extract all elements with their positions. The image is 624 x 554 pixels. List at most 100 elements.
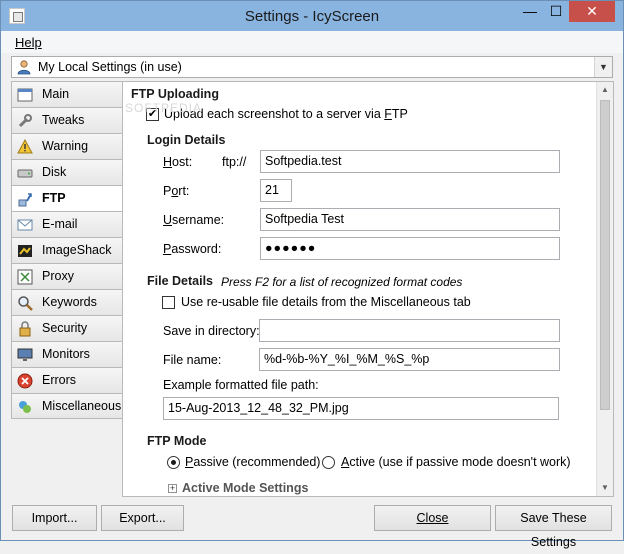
export-button[interactable]: Export...	[101, 505, 184, 531]
password-input[interactable]: ●●●●●●	[260, 237, 560, 260]
reuse-file-details-checkbox[interactable]	[162, 296, 175, 309]
reuse-file-details-label[interactable]: Use re-usable file details from the Misc…	[181, 295, 471, 309]
sidebar-item-label: ImageShack	[42, 243, 112, 257]
sidebar-item-label: E-mail	[42, 217, 78, 231]
file-name-input[interactable]: %d-%b-%Y_%I_%M_%S_%p	[259, 348, 560, 371]
magnifier-icon	[18, 296, 33, 311]
settings-window: Settings - IcyScreen — ☐ ✕ Help My Local…	[0, 0, 624, 549]
host-prefix: ftp://	[222, 155, 247, 169]
minimize-button[interactable]: —	[517, 1, 543, 22]
misc-icon	[19, 401, 31, 413]
host-label: Host:	[163, 155, 192, 169]
username-label: Username:	[163, 213, 224, 227]
login-details-heading: Login Details	[147, 133, 226, 147]
sidebar-item-errors[interactable]: Errors	[11, 367, 123, 393]
file-details-hint: Press F2 for a list of recognized format…	[221, 275, 463, 289]
active-mode-label[interactable]: Active (use if passive mode doesn't work…	[341, 455, 571, 469]
port-label: Port:	[163, 184, 189, 198]
sidebar-item-label: Disk	[42, 165, 67, 179]
sidebar-item-security[interactable]: Security	[11, 315, 123, 341]
ftp-settings-panel: FTP Uploading ✔ Upload each screenshot t…	[122, 81, 614, 497]
passive-mode-label[interactable]: Passive (recommended)	[185, 455, 320, 469]
settings-sidebar: Main Tweaks Warning Disk FTP E-mail Imag…	[11, 81, 125, 419]
example-path-label: Example formatted file path:	[163, 378, 319, 392]
host-label-underlined: H	[163, 155, 173, 169]
sidebar-item-label: Miscellaneous	[42, 399, 122, 413]
port-label-post: rt:	[178, 184, 190, 198]
chevron-down-icon[interactable]: ▼	[594, 57, 612, 77]
passive-mode-label-post: assive (recommended)	[193, 455, 321, 469]
username-input[interactable]: Softpedia Test	[260, 208, 560, 231]
port-input[interactable]: 21	[260, 179, 292, 202]
username-label-post: sername:	[172, 213, 225, 227]
sidebar-item-label: FTP	[42, 191, 66, 205]
menu-help-label: Help	[15, 35, 42, 50]
softpedia-watermark: SOFTPEDIA	[125, 101, 203, 115]
active-mode-radio[interactable]	[322, 456, 335, 469]
host-label-post: ost:	[172, 155, 193, 169]
sidebar-item-label: Monitors	[42, 347, 90, 361]
sidebar-item-miscellaneous[interactable]: Miscellaneous	[11, 393, 123, 419]
active-mode-settings-expander[interactable]: Active Mode Settings	[182, 481, 308, 495]
menu-bar: Help	[1, 31, 623, 53]
wrench-icon	[18, 114, 32, 128]
profile-selected-value: My Local Settings (in use)	[38, 60, 182, 74]
sidebar-item-label: Main	[42, 87, 70, 101]
monitor-icon	[17, 348, 33, 361]
warning-icon	[17, 139, 33, 154]
import-button[interactable]: Import...	[12, 505, 97, 531]
close-button-label: Close	[416, 511, 449, 525]
title-bar[interactable]: Settings - IcyScreen — ☐ ✕	[1, 1, 623, 31]
user-icon	[17, 60, 31, 75]
active-mode-label-post: ctive (use if passive mode doesn't work)	[349, 455, 571, 469]
settings-profile-select[interactable]: My Local Settings (in use) ▼	[11, 56, 613, 78]
disk-icon	[17, 169, 33, 178]
password-label-post: assword:	[171, 242, 222, 256]
username-label-underlined: U	[163, 213, 173, 227]
save-directory-label: Save in directory:	[163, 324, 260, 338]
file-name-label: File name:	[163, 353, 222, 367]
password-label: Password:	[163, 242, 221, 256]
email-icon	[17, 219, 33, 231]
save-settings-button[interactable]: Save These Settings	[495, 505, 612, 549]
sidebar-item-email[interactable]: E-mail	[11, 211, 123, 237]
imageshack-icon	[18, 245, 32, 257]
lock-icon	[19, 321, 31, 337]
save-directory-input[interactable]	[259, 319, 560, 342]
expand-plus-icon[interactable]: +	[168, 484, 177, 493]
host-input[interactable]: Softpedia.test	[260, 150, 560, 173]
proxy-icon	[17, 269, 33, 285]
sidebar-item-label: Tweaks	[42, 113, 85, 127]
example-path-field[interactable]: 15-Aug-2013_12_48_32_PM.jpg	[163, 397, 559, 420]
scroll-up-icon[interactable]: ▲	[597, 82, 613, 98]
panel-scrollbar[interactable]: ▲ ▼	[596, 82, 613, 496]
sidebar-item-monitors[interactable]: Monitors	[11, 341, 123, 367]
sidebar-item-label: Proxy	[42, 269, 74, 283]
sidebar-item-imageshack[interactable]: ImageShack	[11, 237, 123, 263]
sidebar-item-warning[interactable]: Warning	[11, 133, 123, 159]
sidebar-item-label: Warning	[42, 139, 89, 153]
sidebar-item-disk[interactable]: Disk	[11, 159, 123, 185]
ftp-uploading-heading: FTP Uploading	[131, 87, 219, 101]
file-details-heading: File Details	[147, 274, 213, 288]
scrollbar-thumb[interactable]	[600, 100, 610, 410]
sidebar-item-label: Keywords	[42, 295, 97, 309]
menu-help[interactable]: Help	[15, 35, 42, 50]
passive-mode-radio[interactable]	[167, 456, 180, 469]
sidebar-item-keywords[interactable]: Keywords	[11, 289, 123, 315]
sidebar-item-proxy[interactable]: Proxy	[11, 263, 123, 289]
sidebar-item-label: Errors	[42, 373, 77, 387]
sidebar-item-label: Security	[42, 321, 88, 335]
main-icon	[17, 88, 33, 102]
ftp-icon	[18, 193, 32, 207]
close-button[interactable]: Close	[374, 505, 491, 531]
sidebar-item-main[interactable]: Main	[11, 81, 123, 107]
maximize-button[interactable]: ☐	[543, 1, 569, 22]
close-window-button[interactable]: ✕	[569, 1, 615, 22]
upload-ftp-label-underlined: F	[384, 107, 392, 121]
error-icon	[17, 373, 33, 389]
sidebar-item-tweaks[interactable]: Tweaks	[11, 107, 123, 133]
sidebar-item-ftp[interactable]: FTP	[11, 185, 125, 211]
scroll-down-icon[interactable]: ▼	[597, 480, 613, 496]
upload-ftp-label-post: TP	[391, 107, 408, 121]
